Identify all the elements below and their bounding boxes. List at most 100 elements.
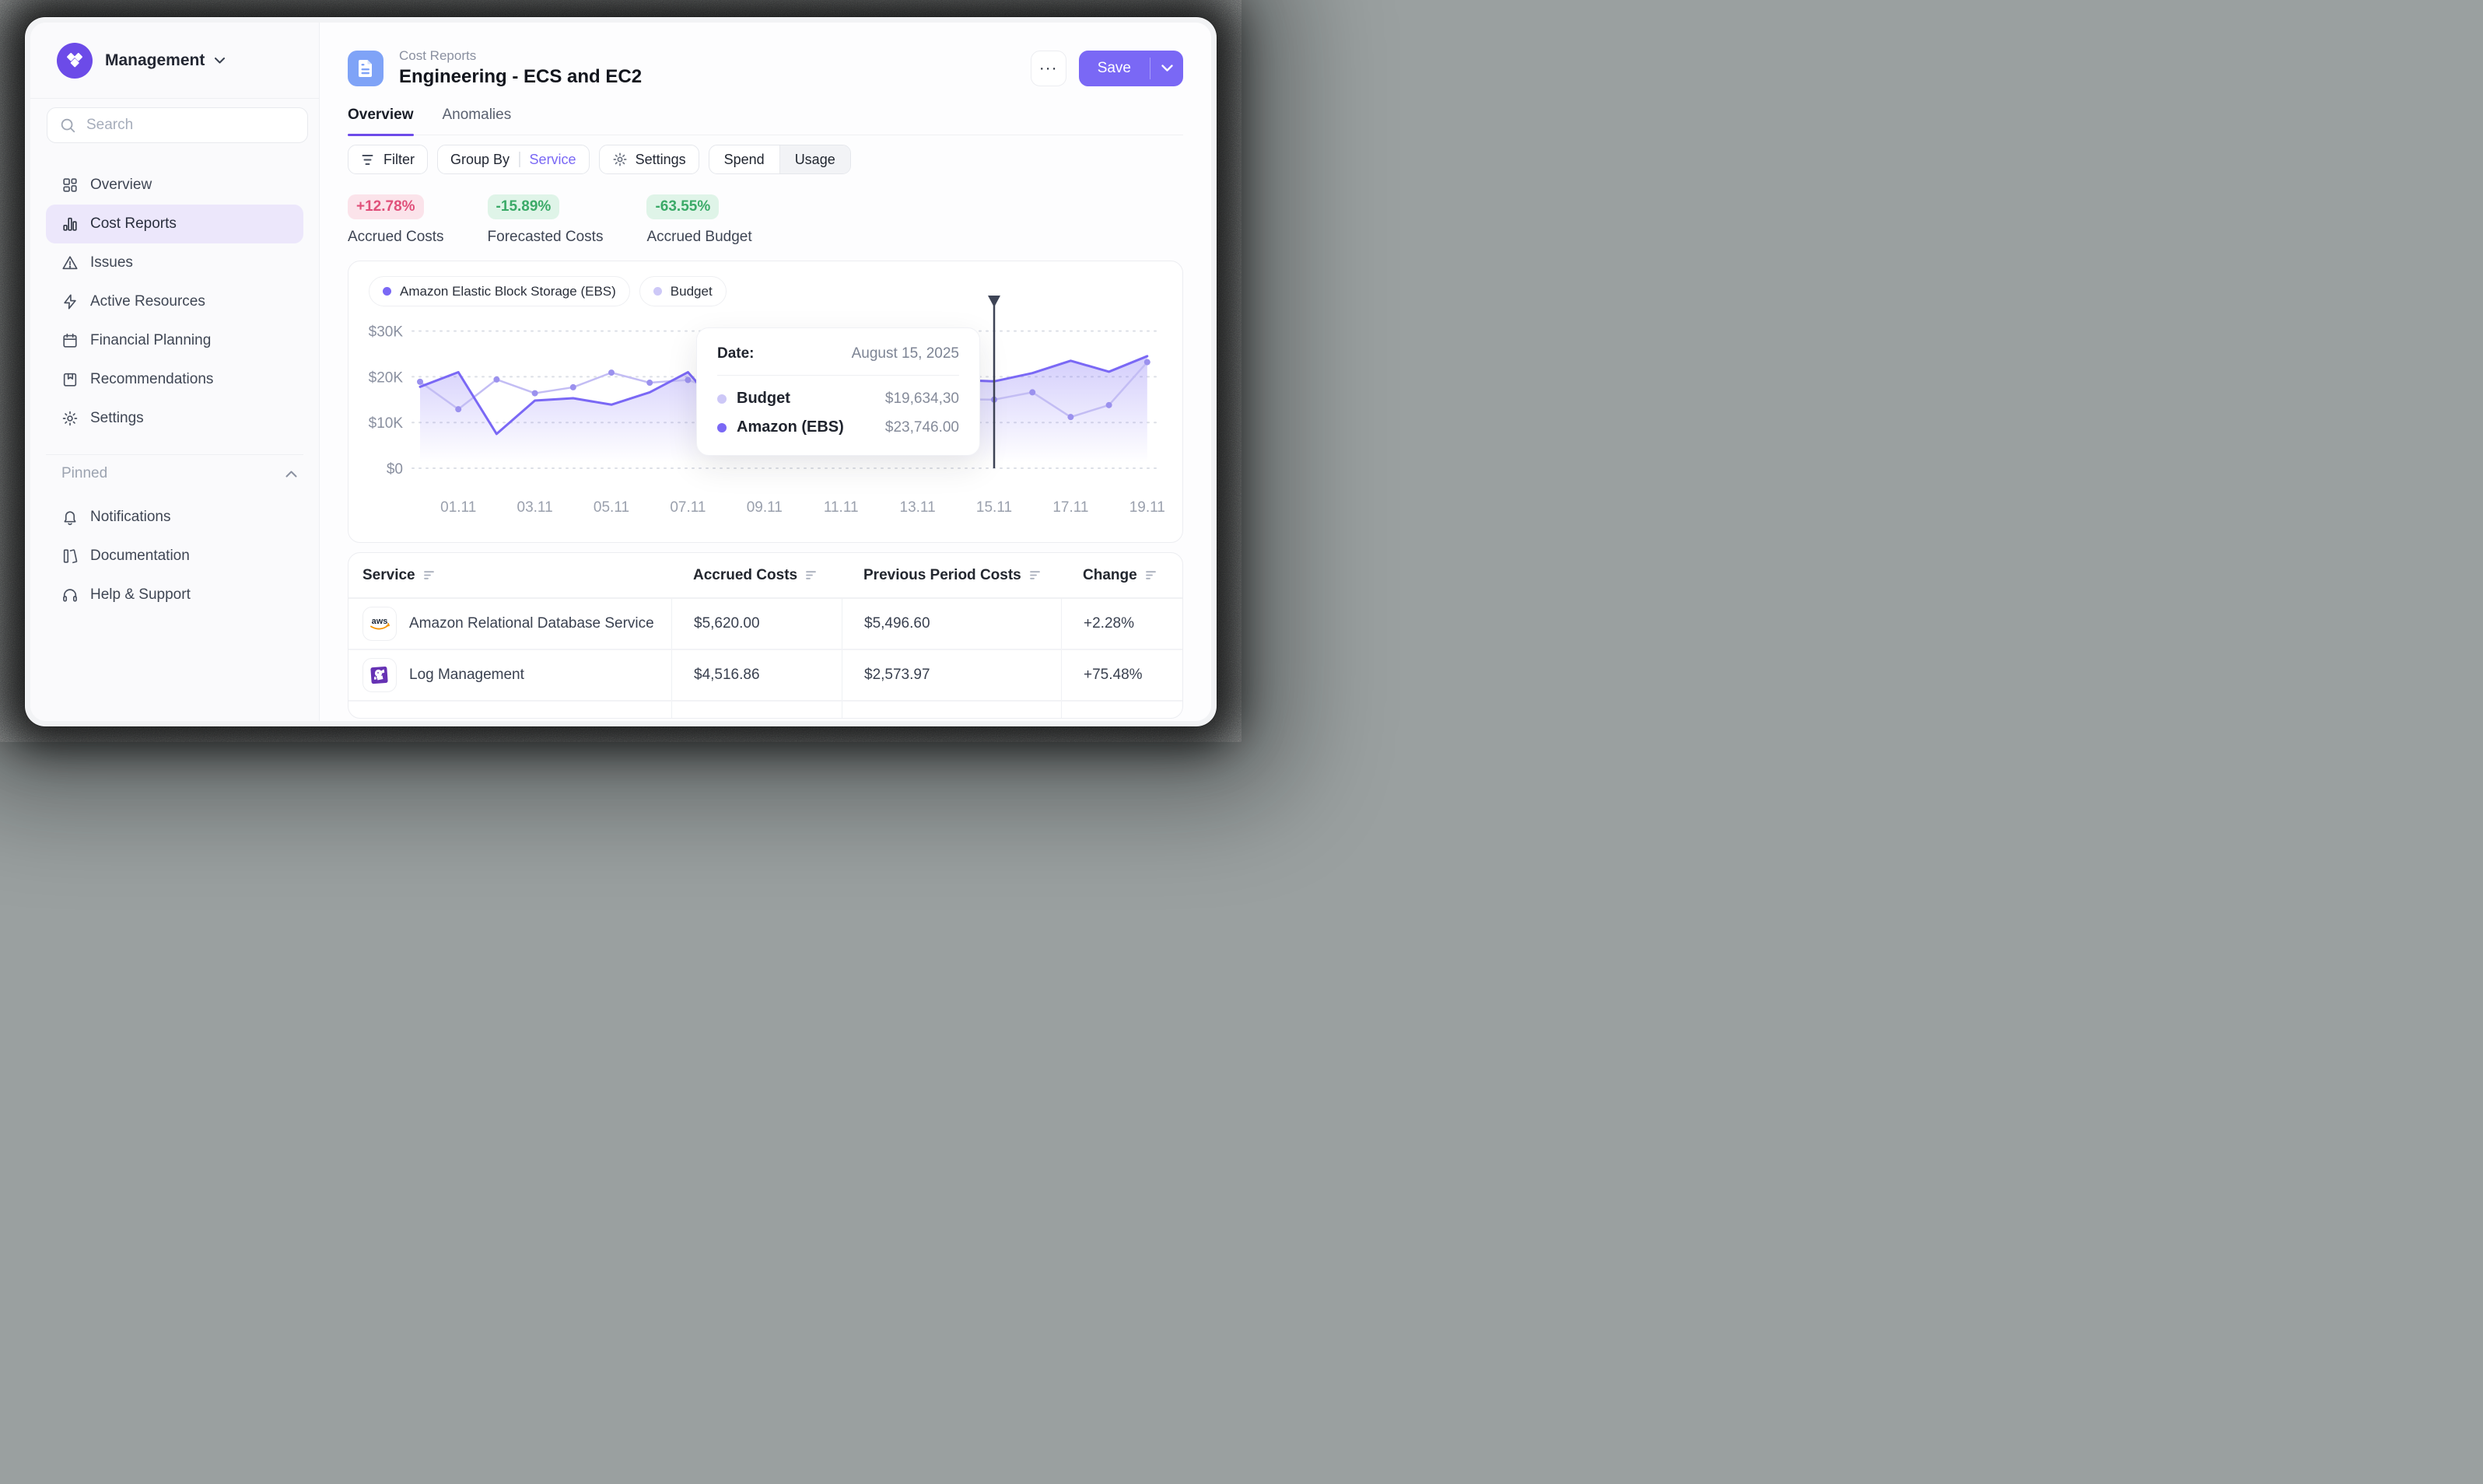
stat-badge: -15.89%	[488, 194, 560, 219]
sidebar: Management Search Overview Cost	[30, 23, 320, 721]
sidebar-nav: Overview Cost Reports Issues Active Reso…	[30, 166, 319, 438]
series-dot-icon	[717, 394, 727, 404]
headphones-icon	[61, 586, 79, 604]
service-name: Amazon Relational Database Service	[409, 615, 654, 632]
table-row-log-management[interactable]: Log Management $4,516.86 $2,573.97 +75.4…	[348, 650, 1182, 702]
previous-cost-cell: $5,496.60	[842, 599, 1061, 649]
chevron-up-icon	[285, 471, 297, 478]
diamond-trio-icon	[65, 51, 85, 71]
sidebar-item-help-support[interactable]: Help & Support	[46, 576, 303, 614]
filter-lines-icon	[361, 153, 376, 166]
books-icon	[61, 548, 79, 565]
svg-text:$10K: $10K	[369, 415, 404, 432]
svg-text:03.11: 03.11	[517, 499, 553, 516]
save-button[interactable]: Save	[1079, 51, 1150, 86]
table-row-partial[interactable]	[348, 702, 1182, 719]
svg-text:$30K: $30K	[369, 324, 404, 341]
group-by-label: Group By	[450, 152, 510, 168]
save-options-button[interactable]	[1150, 51, 1183, 86]
sidebar-item-financial-planning[interactable]: Financial Planning	[46, 321, 303, 360]
app-window: Management Search Overview Cost	[25, 17, 1217, 726]
datadog-logo-icon	[362, 658, 397, 692]
workspace-switcher[interactable]: Management	[30, 23, 319, 99]
gear-icon	[61, 410, 79, 427]
bar-chart-icon	[61, 215, 79, 233]
sidebar-item-cost-reports[interactable]: Cost Reports	[46, 205, 303, 243]
sort-icon	[423, 570, 435, 580]
pinned-section-toggle[interactable]: Pinned	[30, 458, 319, 489]
toolbar: Filter Group By Service Settings Spend U…	[348, 145, 1183, 174]
more-actions-button[interactable]: ···	[1031, 51, 1066, 86]
change-cell: +75.48%	[1061, 650, 1182, 700]
calendar-icon	[61, 332, 79, 349]
stat-accrued-budget: -63.55% Accrued Budget	[646, 194, 751, 246]
tooltip-divider	[717, 375, 959, 376]
stat-label: Forecasted Costs	[488, 229, 604, 246]
tab-anomalies[interactable]: Anomalies	[443, 107, 512, 135]
sidebar-item-documentation[interactable]: Documentation	[46, 537, 303, 576]
change-cell: +2.28%	[1061, 599, 1182, 649]
stat-label: Accrued Costs	[348, 229, 444, 246]
search-icon	[59, 117, 76, 134]
filter-button[interactable]: Filter	[348, 145, 428, 174]
tab-bar: Overview Anomalies	[348, 107, 1183, 135]
group-by-button[interactable]: Group By Service	[437, 145, 590, 174]
segment-spend[interactable]: Spend	[709, 145, 779, 173]
sort-icon	[805, 570, 817, 580]
sidebar-item-issues[interactable]: Issues	[46, 243, 303, 282]
svg-text:13.11: 13.11	[900, 499, 936, 516]
tooltip-date-label: Date:	[717, 345, 755, 362]
dashboard-grid-icon	[61, 177, 79, 194]
main-content: Cost Reports Engineering - ECS and EC2 ·…	[320, 23, 1211, 721]
sidebar-item-notifications[interactable]: Notifications	[46, 498, 303, 537]
report-doc-icon	[348, 51, 383, 86]
sort-icon	[1029, 570, 1041, 580]
svg-text:$0: $0	[387, 461, 403, 478]
svg-text:15.11: 15.11	[976, 499, 1012, 516]
svg-text:19.11: 19.11	[1129, 499, 1165, 516]
services-table: Service Accrued Costs Previous Period Co…	[348, 552, 1183, 719]
sidebar-item-active-resources[interactable]: Active Resources	[46, 282, 303, 321]
aws-logo-icon: aws	[362, 607, 397, 641]
workspace-name: Management	[105, 51, 205, 70]
svg-text:17.11: 17.11	[1052, 499, 1088, 516]
column-header-service[interactable]: Service	[348, 553, 671, 597]
stat-label: Accrued Budget	[646, 229, 751, 246]
stats-row: +12.78% Accrued Costs -15.89% Forecasted…	[348, 194, 1183, 246]
service-name: Log Management	[409, 667, 524, 684]
column-header-accrued-costs[interactable]: Accrued Costs	[671, 553, 842, 597]
chevron-down-icon	[1161, 65, 1173, 72]
previous-cost-cell: $2,573.97	[842, 650, 1061, 700]
sidebar-item-overview[interactable]: Overview	[46, 166, 303, 205]
page-header: Cost Reports Engineering - ECS and EC2 ·…	[348, 48, 1183, 88]
chart-settings-button[interactable]: Settings	[599, 145, 699, 174]
table-header-row: Service Accrued Costs Previous Period Co…	[348, 553, 1182, 599]
legend-chip-budget[interactable]: Budget	[639, 276, 727, 306]
chart-legend: Amazon Elastic Block Storage (EBS) Budge…	[369, 276, 727, 306]
svg-text:09.11: 09.11	[747, 499, 783, 516]
search-input[interactable]: Search	[47, 107, 308, 143]
save-split-button[interactable]: Save	[1079, 51, 1183, 86]
tab-overview[interactable]: Overview	[348, 107, 414, 135]
sidebar-item-settings[interactable]: Settings	[46, 399, 303, 438]
legend-chip-ebs[interactable]: Amazon Elastic Block Storage (EBS)	[369, 276, 630, 306]
column-header-change[interactable]: Change	[1061, 553, 1182, 597]
stat-accrued-costs: +12.78% Accrued Costs	[348, 194, 444, 246]
svg-text:05.11: 05.11	[594, 499, 629, 516]
column-header-previous-period-costs[interactable]: Previous Period Costs	[842, 553, 1061, 597]
workspace-logo	[57, 43, 93, 79]
segment-usage[interactable]: Usage	[779, 145, 850, 173]
ellipsis-icon: ···	[1039, 59, 1058, 78]
svg-text:11.11: 11.11	[824, 499, 859, 516]
stat-badge: -63.55%	[646, 194, 719, 219]
warning-triangle-icon	[61, 254, 79, 271]
table-row-rds[interactable]: aws Amazon Relational Database Service $…	[348, 599, 1182, 650]
sidebar-divider	[46, 454, 303, 455]
bookmark-square-icon	[61, 371, 79, 388]
page-title: Engineering - ECS and EC2	[399, 66, 642, 88]
svg-text:01.11: 01.11	[440, 499, 476, 516]
sidebar-item-recommendations[interactable]: Recommendations	[46, 360, 303, 399]
sidebar-pinned-nav: Notifications Documentation Help & Suppo…	[30, 498, 319, 614]
breadcrumb: Cost Reports	[399, 48, 642, 64]
sort-icon	[1145, 570, 1157, 580]
